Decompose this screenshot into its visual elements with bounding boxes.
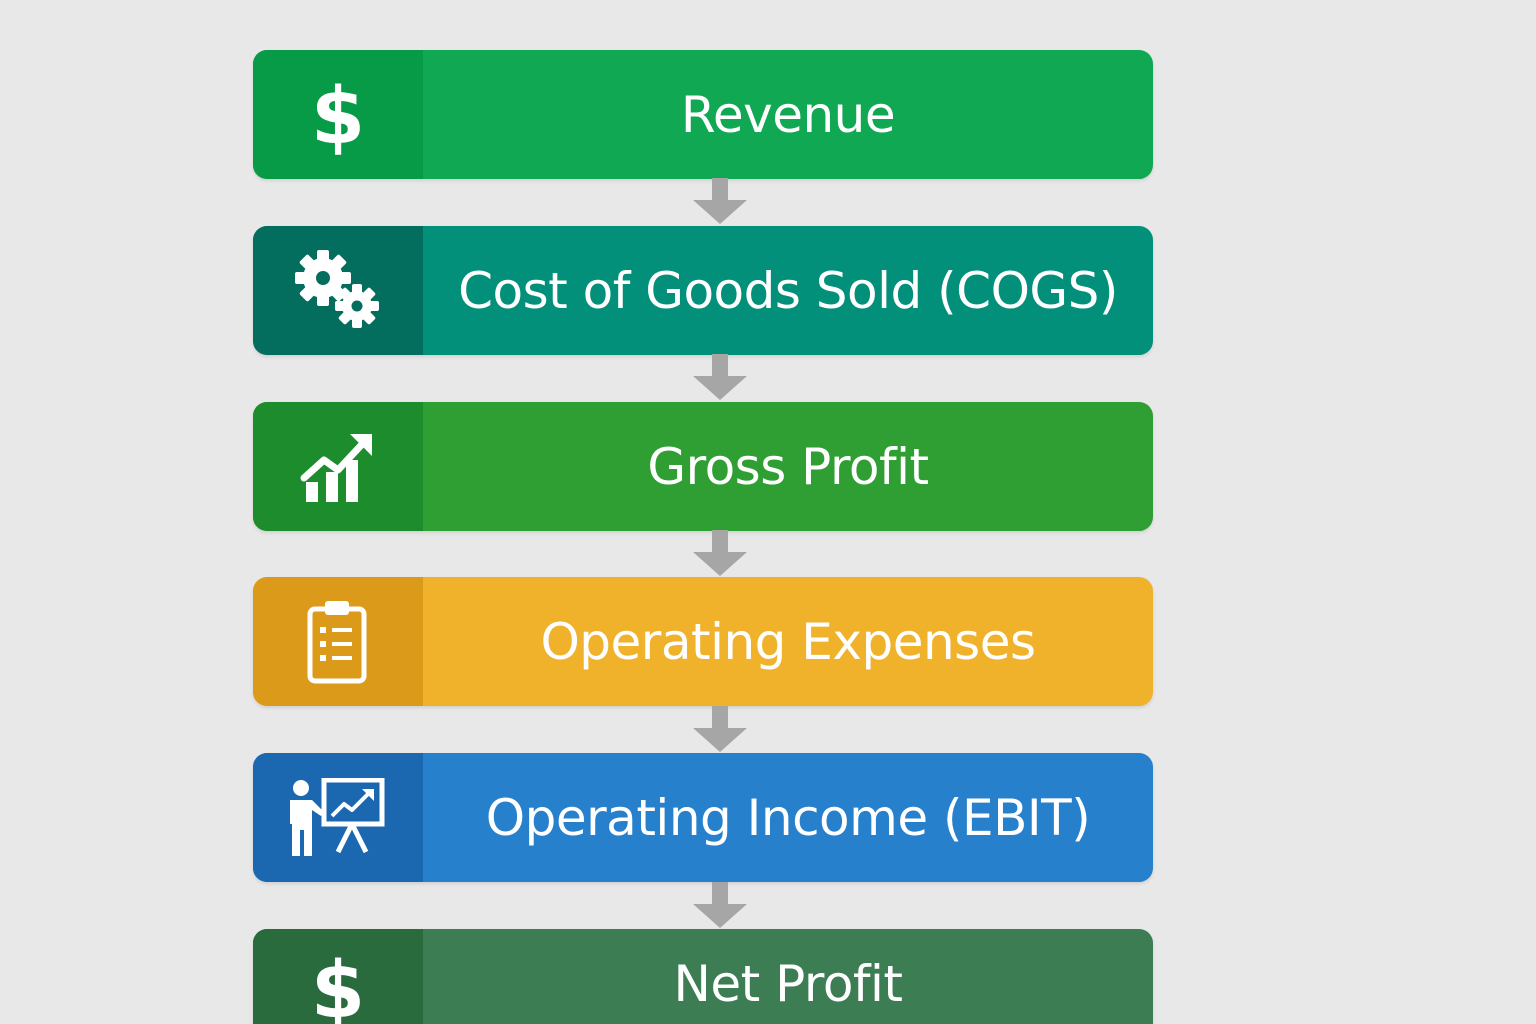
- arrow-down-icon: [691, 706, 749, 752]
- flow-diagram: $ Revenue Cost of Goods Sold (COGS) Gros…: [0, 0, 1536, 1024]
- step-revenue: $ Revenue: [253, 50, 1153, 179]
- step-label: Net Profit: [673, 955, 903, 1013]
- arrow-down-icon: [691, 354, 749, 400]
- arrow-down-icon: [691, 530, 749, 576]
- step-icon-cell: $: [253, 50, 423, 179]
- step-icon-cell: [253, 402, 423, 531]
- step-icon-cell: [253, 753, 423, 882]
- step-label: Operating Expenses: [540, 612, 1036, 671]
- svg-text:$: $: [311, 75, 365, 155]
- step-icon-cell: $: [253, 929, 423, 1024]
- clipboard-checklist-icon: [306, 599, 370, 685]
- step-cogs: Cost of Goods Sold (COGS): [253, 226, 1153, 355]
- step-gross-profit: Gross Profit: [253, 402, 1153, 531]
- growth-chart-icon: [300, 430, 376, 504]
- dollar-icon: $: [308, 949, 368, 1024]
- step-operating-income: Operating Income (EBIT): [253, 753, 1153, 882]
- step-icon-cell: [253, 226, 423, 355]
- step-net-profit: $ Net Profit: [253, 929, 1153, 1024]
- arrow-down-icon: [691, 178, 749, 224]
- step-label: Operating Income (EBIT): [485, 788, 1091, 847]
- step-label: Gross Profit: [647, 437, 929, 496]
- step-label: Revenue: [680, 85, 896, 144]
- dollar-icon: $: [308, 75, 368, 155]
- presenter-chart-icon: [288, 777, 388, 858]
- svg-text:$: $: [311, 949, 365, 1024]
- gears-icon: [293, 249, 383, 332]
- arrow-down-icon: [691, 882, 749, 928]
- step-icon-cell: [253, 577, 423, 706]
- step-operating-expenses: Operating Expenses: [253, 577, 1153, 706]
- step-label: Cost of Goods Sold (COGS): [458, 261, 1118, 320]
